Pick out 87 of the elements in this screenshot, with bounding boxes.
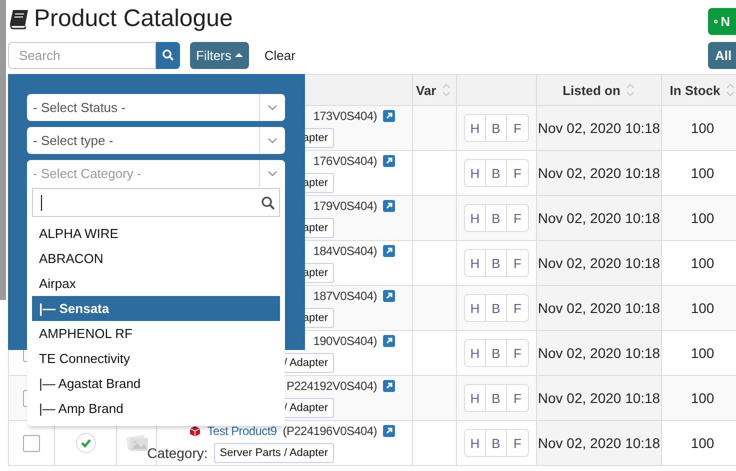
dropdown-option[interactable]: |— Agastat Brand [32, 371, 280, 396]
hbf-toggle[interactable]: F [507, 115, 528, 141]
external-link-icon[interactable] [383, 424, 395, 436]
dropdown-option[interactable]: |— Amp Brand [32, 396, 280, 421]
listed-date: Nov 02, 2020 10:18 [538, 210, 660, 226]
hbf-toggle[interactable]: B [486, 295, 507, 321]
hbf-toggle[interactable]: F [507, 250, 528, 276]
stock-count: 100 [690, 120, 714, 136]
listed-date: Nov 02, 2020 10:18 [538, 435, 660, 451]
hbf-toggle[interactable]: F [507, 385, 528, 411]
select-field[interactable]: - Select type - [27, 127, 285, 154]
search-button[interactable] [156, 42, 180, 68]
dropdown-option[interactable]: Airpax [32, 271, 280, 296]
hbf-toggle[interactable]: F [507, 430, 528, 456]
stock-count: 100 [690, 210, 714, 226]
external-link-icon[interactable] [383, 110, 395, 122]
chevron-icon [268, 170, 277, 176]
hbf-toggle[interactable]: F [507, 160, 528, 186]
external-link-icon[interactable] [383, 380, 395, 392]
filters-button[interactable]: Filters [190, 42, 250, 68]
column-header[interactable]: In Stock [670, 82, 720, 98]
hbf-toggle[interactable]: H [465, 160, 486, 186]
stock-count: 100 [690, 300, 714, 316]
stock-count: 100 [690, 390, 714, 406]
new-button[interactable]: N [708, 8, 736, 34]
hbf-toggle[interactable]: F [507, 340, 528, 366]
dropdown-search-field[interactable] [32, 188, 280, 217]
external-link-icon[interactable] [383, 154, 395, 166]
book-icon [8, 8, 30, 30]
dropdown-option[interactable]: |— Sensata [32, 296, 280, 321]
external-link-icon[interactable] [383, 244, 395, 256]
select-field[interactable]: - Select Status - [27, 94, 285, 121]
product-code: 176V0S404) [313, 154, 377, 168]
external-link-icon[interactable] [383, 200, 395, 212]
hbf-toggle[interactable]: B [486, 205, 507, 231]
external-link-icon[interactable] [383, 290, 395, 302]
hbf-toggle[interactable]: B [486, 250, 507, 276]
product-code: (P224196V0S404) [282, 424, 377, 438]
hbf-toggle[interactable]: H [465, 340, 486, 366]
product-code: 184V0S404) [313, 244, 377, 258]
listed-date: Nov 02, 2020 10:18 [538, 165, 660, 181]
hbf-toggle[interactable]: B [486, 115, 507, 141]
chevron-icon [268, 104, 277, 110]
stock-count: 100 [690, 435, 714, 451]
category-label: Category: [147, 444, 208, 460]
hbf-toggle[interactable]: F [507, 205, 528, 231]
product-code: P224192V0S404) [286, 378, 377, 392]
stock-count: 100 [690, 255, 714, 271]
external-link-icon[interactable] [383, 334, 395, 346]
listed-date: Nov 02, 2020 10:18 [538, 300, 660, 316]
product-code: 173V0S404) [313, 108, 377, 122]
product-code: 179V0S404) [313, 198, 377, 212]
product-code: 187V0S404) [313, 288, 377, 302]
hbf-toggle[interactable]: B [486, 385, 507, 411]
hbf-toggle[interactable]: H [465, 385, 486, 411]
category-tag: Server Parts / Adapter [214, 442, 334, 462]
listed-date: Nov 02, 2020 10:18 [538, 255, 660, 271]
dropdown-option[interactable]: ALPHA WIRE [32, 221, 280, 246]
hbf-toggle[interactable]: B [486, 430, 507, 456]
dropdown-option[interactable]: TE Connectivity [32, 346, 280, 371]
dropdown-option[interactable]: AMPHENOL RF [32, 321, 280, 346]
dropdown-option[interactable]: ABRACON [32, 246, 280, 271]
hbf-toggle[interactable]: B [486, 160, 507, 186]
clear-link[interactable]: Clear [264, 48, 296, 62]
hbf-toggle[interactable]: H [465, 430, 486, 456]
hbf-toggle[interactable]: H [465, 115, 486, 141]
product-code: 190V0S404) [313, 334, 377, 348]
search-icon [162, 49, 174, 61]
hbf-toggle[interactable]: F [507, 295, 528, 321]
hbf-toggle[interactable]: H [465, 205, 486, 231]
all-button[interactable]: All [708, 42, 736, 68]
hbf-toggle[interactable]: B [486, 340, 507, 366]
stock-count: 100 [690, 165, 714, 181]
search-field[interactable]: Search [8, 42, 156, 68]
listed-date: Nov 02, 2020 10:18 [538, 390, 660, 406]
checkbox[interactable] [23, 434, 40, 452]
column-header[interactable]: Var [416, 82, 436, 98]
column-header[interactable]: Listed on [562, 82, 620, 98]
listed-date: Nov 02, 2020 10:18 [538, 345, 660, 361]
hbf-toggle[interactable]: H [465, 295, 486, 321]
search-icon [261, 196, 275, 210]
hbf-toggle[interactable]: H [465, 250, 486, 276]
listed-date: Nov 02, 2020 10:18 [538, 120, 660, 136]
stock-count: 100 [690, 345, 714, 361]
product-link[interactable]: Test Product9 [207, 424, 277, 438]
page-title: Product Catalogue [34, 5, 233, 33]
chevron-icon [268, 138, 277, 144]
